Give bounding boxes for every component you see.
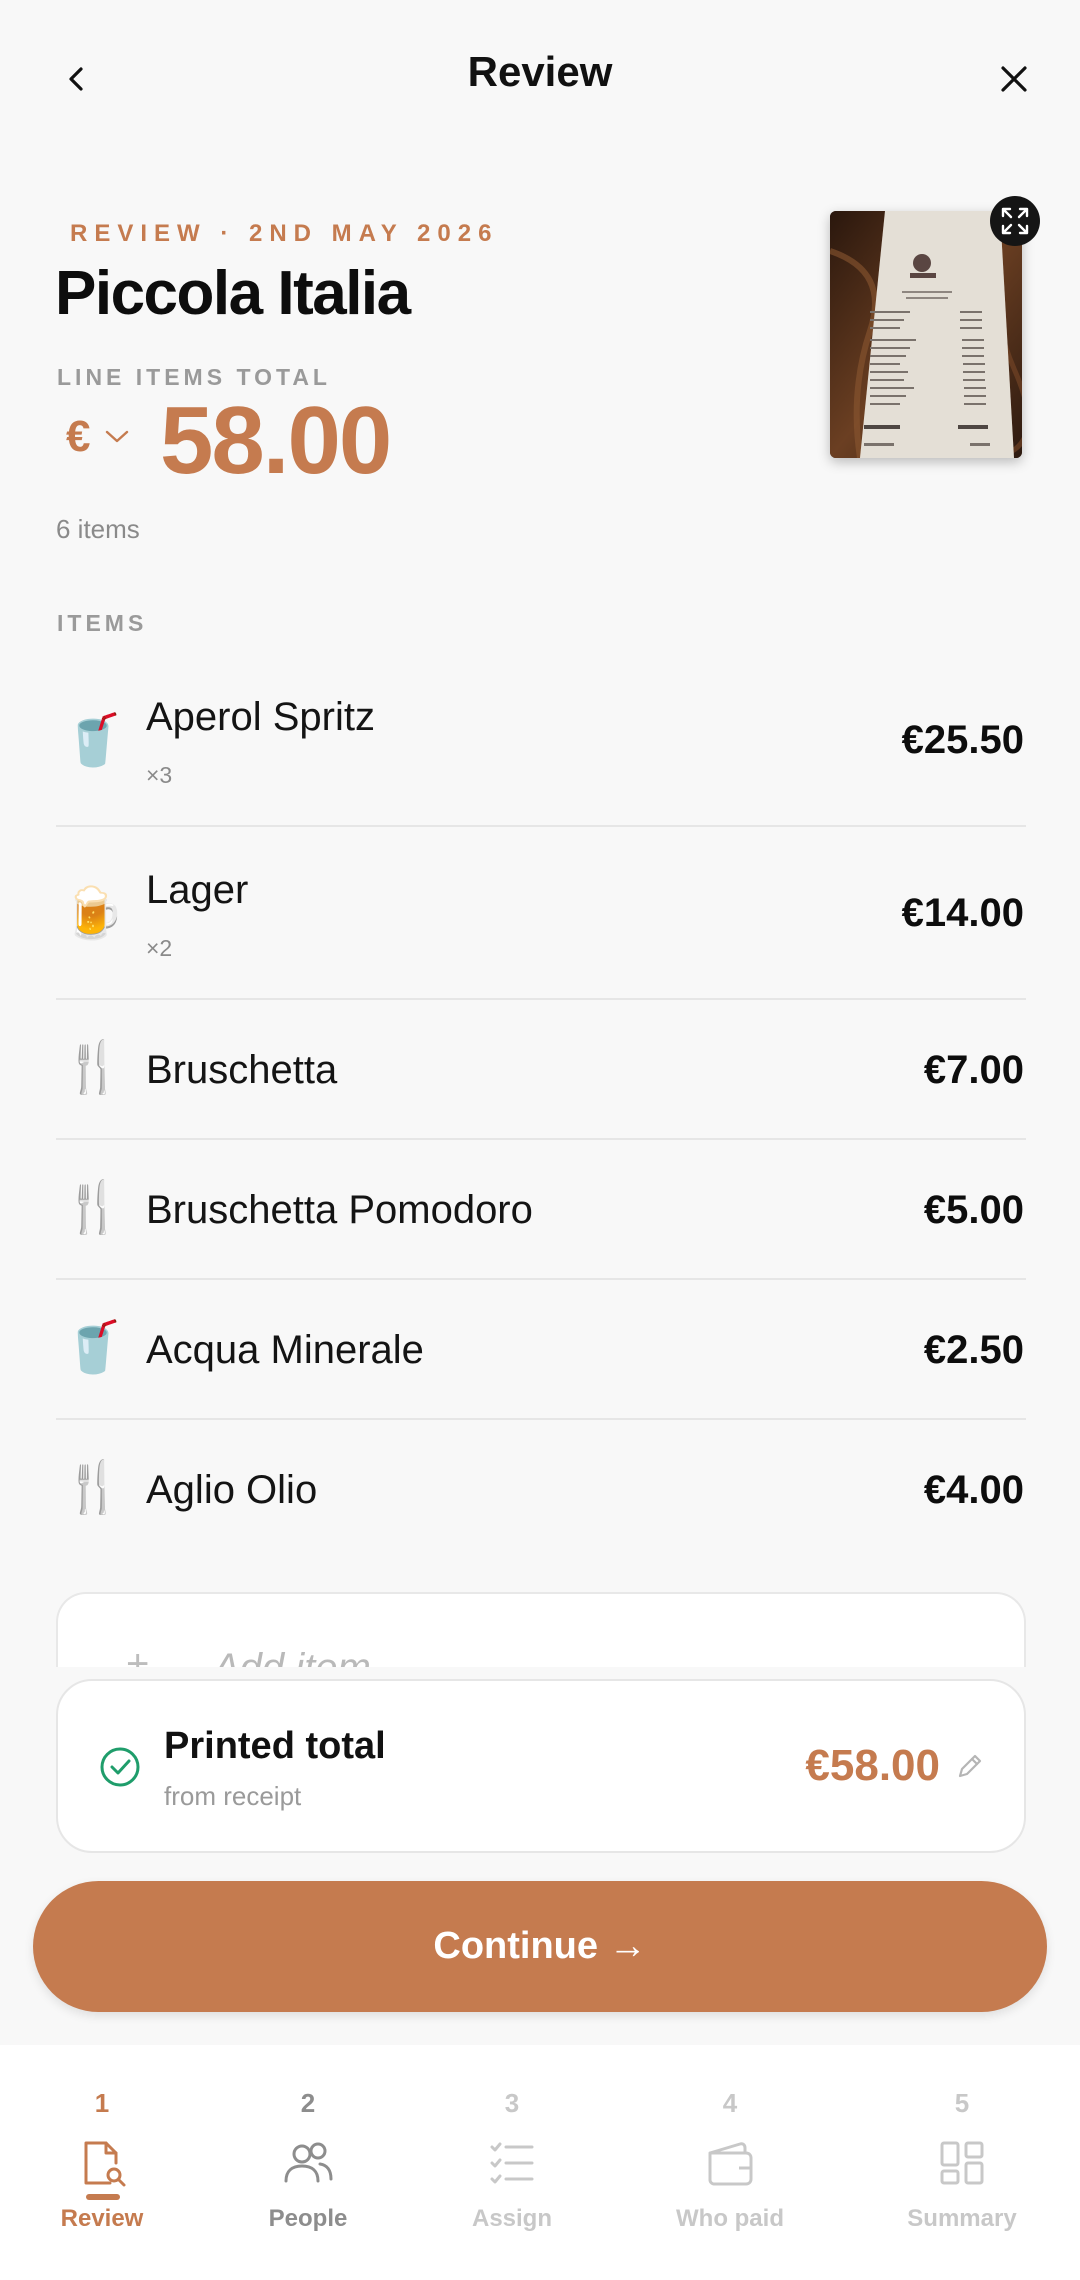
item-name: Lager [146,868,249,912]
plus-icon: + [126,1642,150,1667]
close-button[interactable] [979,44,1049,114]
item-divider [56,825,1026,827]
review-date-eyebrow: REVIEW · 2ND MAY 2026 [70,220,499,247]
printed-total-title: Printed total [164,1725,386,1767]
printed-total-card: Printed total from receipt €58.00 [56,1679,1026,1853]
item-count: 6 items [56,514,140,544]
active-tab-indicator [86,2194,120,2200]
cup-with-straw-icon: 🥤 [62,712,125,768]
fork-knife-icon: 🍴 [62,1459,125,1515]
tab-label: Summary [907,2205,1017,2232]
receipt-thumbnail[interactable] [830,211,1022,458]
line-item-row[interactable]: 🍴 Bruschetta Pomodoro €5.00 [56,1140,1026,1280]
expand-icon [1001,207,1029,235]
add-item-placeholder: Add item [213,1646,371,1667]
page-title: Review [467,48,613,95]
currency-symbol: € [66,412,91,461]
item-price: €4.00 [923,1468,1024,1512]
item-price: €25.50 [901,718,1024,762]
item-name: Bruschetta Pomodoro [146,1188,533,1232]
item-price: €14.00 [901,891,1024,935]
tab-step-number: 2 [300,2088,316,2118]
tab-step-number: 3 [504,2088,520,2118]
people-icon [284,2142,333,2183]
tab-label: Who paid [676,2205,784,2232]
cup-with-straw-icon: 🥤 [62,1319,125,1375]
pencil-icon [958,1754,982,1778]
continue-button[interactable]: Continue → [33,1881,1047,2012]
line-item-row[interactable]: 🥤 Aperol Spritz ×3 €25.50 [56,680,1026,826]
receipt-search-icon [84,2141,126,2187]
item-name: Bruschetta [146,1048,338,1092]
item-quantity: ×3 [146,762,173,788]
fork-knife-icon: 🍴 [62,1039,125,1095]
beer-mug-icon: 🍺 [62,885,125,941]
items-section-label: ITEMS [57,610,148,636]
tab-label: Assign [471,2205,552,2232]
chevron-down-icon [106,430,129,443]
item-price: €7.00 [923,1048,1024,1092]
printed-total-subtitle: from receipt [164,1781,302,1811]
tab-step-number: 4 [722,2088,738,2118]
add-item-field[interactable]: + Add item [56,1592,1026,1667]
edit-printed-total-button[interactable] [954,1750,986,1782]
line-item-row[interactable]: 🍺 Lager ×2 €14.00 [56,853,1026,999]
fork-knife-icon: 🍴 [62,1179,125,1235]
receipt-photo [830,211,1022,458]
item-price: €2.50 [923,1328,1024,1372]
close-icon [1001,66,1027,92]
check-circle-icon [100,1747,140,1787]
tab-label: People [268,2205,348,2232]
grid-icon [940,2141,984,2185]
item-name: Aglio Olio [146,1468,318,1512]
line-items-total-amount: 58.00 [160,387,392,494]
expand-receipt-button[interactable] [990,196,1040,246]
item-price: €5.00 [923,1188,1024,1232]
printed-total-amount: €58.00 [805,1741,940,1790]
tab-label: Review [60,2205,144,2232]
checklist-icon [490,2142,534,2184]
item-name: Aperol Spritz [146,695,375,739]
item-quantity: ×2 [146,935,173,961]
line-item-row[interactable]: 🥤 Acqua Minerale €2.50 [56,1280,1026,1420]
tab-step-number: 1 [94,2088,110,2118]
currency-selector[interactable]: € [66,412,130,462]
venue-name: Piccola Italia [55,259,411,328]
step-navigation: 1 Review 2 People 3 Assign 4 Who paid 5 … [0,2045,1080,2280]
wallet-icon [708,2142,753,2186]
line-item-row[interactable]: 🍴 Bruschetta €7.00 [56,1000,1026,1140]
line-item-row[interactable]: 🍴 Aglio Olio €4.00 [56,1420,1026,1560]
tab-step-number: 5 [954,2088,970,2118]
item-name: Acqua Minerale [146,1328,424,1372]
